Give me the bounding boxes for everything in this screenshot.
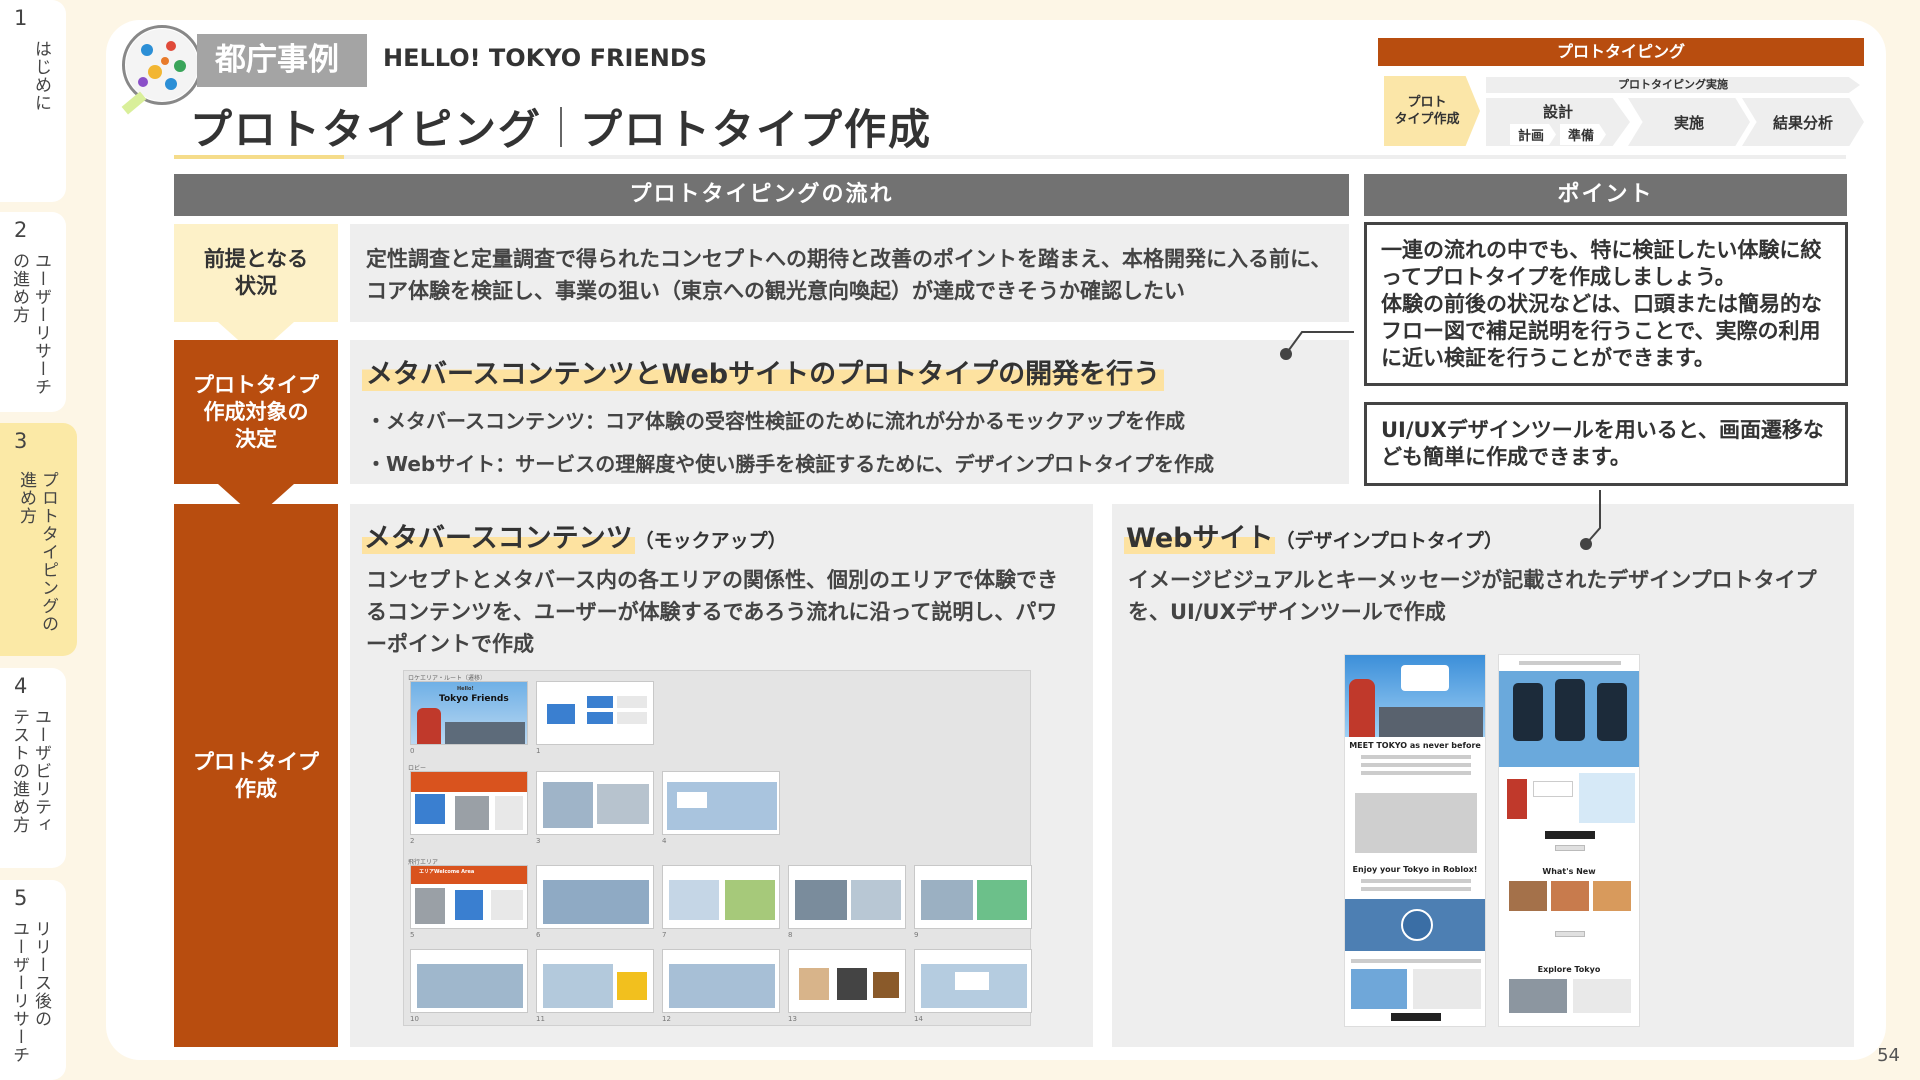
process-header: プロトタイピング — [1378, 38, 1864, 66]
slide-thumbnail — [788, 949, 906, 1013]
creation-label: プロトタイプ 作成 — [174, 504, 338, 1047]
slide-thumbnail — [914, 949, 1032, 1013]
side-tab-label: プロトタイピングの 進め方 — [16, 471, 58, 633]
side-tab-1[interactable]: 1 はじめに — [0, 0, 66, 202]
decision-label: プロトタイプ 作成対象の 決定 — [174, 340, 338, 484]
website-mockup-detail: What's New Explore Tokyo — [1498, 654, 1640, 1027]
slide-thumbnail — [536, 681, 654, 745]
point-box-1: 一連の流れの中でも、特に検証したい体験に絞ってプロトタイプを作成しましょう。 体… — [1364, 222, 1848, 386]
slide-thumbnail — [662, 771, 780, 835]
page-title: プロトタイピング プロトタイプ作成 — [190, 96, 932, 157]
slide-thumbnail: Hello! Tokyo Friends — [410, 681, 528, 745]
metaverse-text: コンセプトとメタバース内の各エリアの関係性、個別のエリアで体験できるコンテンツを… — [366, 568, 1058, 656]
slide-thumbnail — [536, 949, 654, 1013]
flow-header: プロトタイピングの流れ — [174, 174, 1349, 216]
slide-thumbnail — [410, 771, 528, 835]
website-mock-headline: MEET TOKYO as never before — [1349, 741, 1481, 750]
process-run-label: プロトタイピング実施 — [1486, 77, 1860, 93]
metaverse-title-text: メタバースコンテンツ — [362, 523, 635, 554]
slide-number: 5 — [410, 931, 415, 939]
slide-number: 13 — [788, 1015, 797, 1023]
process-step-start-label: プロト タイプ作成 — [1394, 95, 1460, 127]
slide-number: 4 — [662, 837, 667, 845]
slide-thumbnail — [410, 949, 528, 1013]
page-number: 54 — [1877, 1045, 1900, 1066]
side-tab-number: 3 — [14, 429, 28, 453]
process-step-start: プロト タイプ作成 — [1384, 76, 1480, 146]
decision-label-text: プロトタイプ 作成対象の 決定 — [193, 372, 319, 451]
side-tab-number: 1 — [14, 6, 28, 30]
slide-number: 0 — [410, 747, 415, 755]
slide-number: 6 — [536, 931, 541, 939]
decision-bullet-1: ・メタバースコンテンツ：コア体験の受容性検証のために流れが分かるモックアップを作… — [366, 409, 1185, 433]
decision-bullet-2: ・Webサイト：サービスの理解度や使い勝手を検証するために、デザインプロトタイプ… — [366, 452, 1215, 476]
side-tab-label: ユーザーリサーチ の進め方 — [9, 252, 51, 396]
side-tab-number: 2 — [14, 218, 28, 242]
points-header: ポイント — [1364, 174, 1847, 216]
slide-number: 9 — [914, 931, 919, 939]
page-title-right: プロトタイプ作成 — [580, 105, 933, 154]
side-tab-3[interactable]: 3 プロトタイピングの 進め方 — [0, 423, 77, 656]
title-underline — [174, 155, 1846, 159]
process-substeps: 計画 準備 — [1509, 124, 1607, 145]
side-tab-2[interactable]: 2 ユーザーリサーチ の進め方 — [0, 212, 66, 412]
case-name: HELLO! TOKYO FRIENDS — [383, 44, 708, 72]
slide-number: 12 — [662, 1015, 671, 1023]
slide-thumbnail — [662, 865, 780, 929]
slide-thumbnail — [788, 865, 906, 929]
process-step-execute: 実施 — [1628, 98, 1750, 146]
side-tab-number: 4 — [14, 674, 28, 698]
decision-title: メタバースコンテンツとWebサイトのプロトタイプの開発を行う — [362, 352, 1165, 391]
premise-text: 定性調査と定量調査で得られたコンセプトへの期待と改善のポイントを踏まえ、本格開発… — [366, 247, 1332, 303]
slide-thumbnail — [662, 949, 780, 1013]
website-text: イメージビジュアルとキーメッセージが記載されたデザインプロトタイプを、UI/UX… — [1128, 568, 1817, 624]
slide-number: 7 — [662, 931, 667, 939]
premise-label-text: 前提となる 状況 — [203, 247, 309, 298]
slide-thumbnail: エリアWelcome Area — [410, 865, 528, 929]
slide-number: 8 — [788, 931, 793, 939]
slide-number: 2 — [410, 837, 415, 845]
side-tab-4[interactable]: 4 ユーザビリティ テストの進め方 — [0, 668, 66, 868]
website-mock-headline: Enjoy your Tokyo in Roblox! — [1352, 865, 1478, 874]
premise-label: 前提となる 状況 — [174, 224, 338, 322]
project-logo-icon — [122, 25, 202, 105]
process-substep-prepare: 準備 — [1560, 124, 1607, 145]
website-title-text: Webサイト — [1124, 523, 1276, 554]
website-mock-section: What's New — [1542, 867, 1596, 876]
metaverse-title: メタバースコンテンツ （モックアップ） — [362, 516, 787, 555]
side-tab-5[interactable]: 5 リリース後の ユーザーリサーチ — [0, 880, 66, 1080]
slide-thumb-area-label: エリアWelcome Area — [419, 869, 475, 875]
slide-number: 3 — [536, 837, 541, 845]
process-step-analysis: 結果分析 — [1742, 98, 1864, 146]
metaverse-slide-grid: ロケエリア・ルート（遷移） ロビー 飛行エリア Hello! Tokyo Fri… — [403, 670, 1032, 1026]
process-step-design-label: 設計 — [1542, 103, 1573, 121]
slide-number: 11 — [536, 1015, 545, 1023]
website-title: Webサイト （デザインプロトタイプ） — [1124, 516, 1503, 555]
slide-thumb-title: Tokyo Friends — [439, 694, 509, 704]
website-title-note: （デザインプロトタイプ） — [1275, 530, 1503, 552]
case-label: 都庁事例 — [197, 34, 367, 87]
side-tab-label: ユーザビリティ テストの進め方 — [9, 708, 51, 834]
point-text-1: 一連の流れの中でも、特に検証したい体験に絞ってプロトタイプを作成しましょう。 体… — [1381, 238, 1822, 370]
page-title-left: プロトタイピング — [190, 105, 543, 154]
side-tab-label: リリース後の ユーザーリサーチ — [9, 920, 51, 1064]
slide-thumbnail — [914, 865, 1032, 929]
title-divider — [560, 106, 563, 147]
slide-thumb-badge: Hello! — [457, 686, 474, 692]
side-tab-label: はじめに — [31, 40, 51, 112]
slide-number: 14 — [914, 1015, 923, 1023]
slide-number: 1 — [536, 747, 541, 755]
metaverse-title-note: （モックアップ） — [634, 530, 787, 552]
point-box-2: UI/UXデザインツールを用いると、画面遷移なども簡単に作成できます。 — [1364, 402, 1848, 486]
slide-number: 10 — [410, 1015, 419, 1023]
website-mock-section: Explore Tokyo — [1537, 965, 1601, 974]
creation-label-text: プロトタイプ 作成 — [193, 749, 319, 801]
point-text-2: UI/UXデザインツールを用いると、画面遷移なども簡単に作成できます。 — [1381, 418, 1824, 469]
side-tab-number: 5 — [14, 886, 28, 910]
process-substep-plan: 計画 — [1509, 124, 1556, 145]
process-step-design: 設計 計画 準備 — [1486, 98, 1630, 146]
slide-thumbnail — [536, 865, 654, 929]
slide-thumbnail — [536, 771, 654, 835]
website-mockup-top: MEET TOKYO as never before Enjoy your To… — [1344, 654, 1486, 1027]
